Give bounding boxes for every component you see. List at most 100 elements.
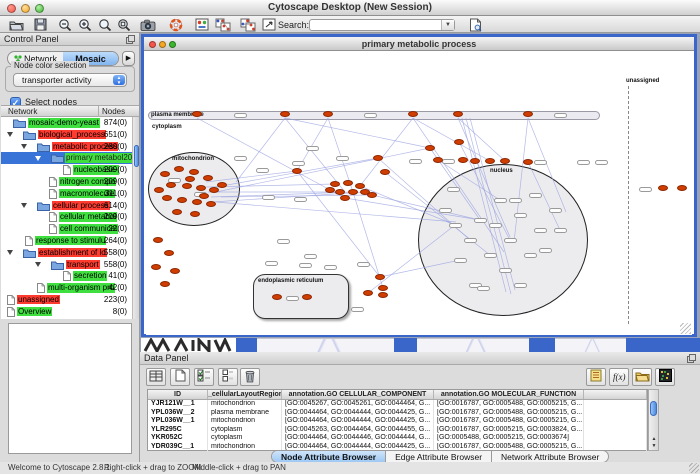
scroll-up-icon[interactable]: ▲ (650, 436, 658, 442)
network-overlay-a-button[interactable] (213, 17, 233, 32)
network-node[interactable] (206, 201, 216, 207)
tree-row-establishment-of-lo[interactable]: establishment of lo558(0) (1, 247, 132, 259)
tree-row-cell-communicat[interactable]: cell communicat22(0) (1, 223, 132, 235)
network-node[interactable] (192, 111, 202, 117)
network-node[interactable] (523, 111, 533, 117)
tree-row-secretion[interactable]: secretion41(0) (1, 270, 132, 282)
network-node[interactable] (375, 274, 385, 280)
network-node[interactable] (196, 185, 206, 191)
link-box-button[interactable] (259, 17, 279, 32)
zoom-in-button[interactable] (75, 17, 95, 32)
network-node[interactable] (425, 145, 435, 151)
network-node[interactable] (433, 157, 443, 163)
tab-edge-attribute-browser[interactable]: Edge Attribute Browser (386, 451, 492, 462)
network-node[interactable] (166, 182, 176, 188)
table-header-cell[interactable]: annotation.GO MOLECULAR_FUNCTION (434, 390, 584, 399)
network-node[interactable] (658, 185, 668, 191)
network-node[interactable] (280, 111, 290, 117)
birds-eye-view[interactable] (8, 323, 132, 454)
background-window-3[interactable] (417, 338, 529, 352)
network-node[interactable] (162, 195, 172, 201)
tree-scrollbar[interactable] (132, 117, 139, 319)
table-row[interactable]: YPL036W__2plasma membrane[GO:0044464, GO… (148, 409, 647, 418)
network-canvas[interactable]: plasma membrane cytoplasm mitochondrion … (146, 52, 692, 335)
background-window-4[interactable] (555, 338, 626, 352)
network-overlay-b-button[interactable] (238, 17, 258, 32)
network-node[interactable] (323, 111, 333, 117)
tree-row-unassigned[interactable]: unassigned223(0) (1, 294, 132, 306)
network-node[interactable] (151, 264, 161, 270)
open-folder-yellow-button[interactable] (632, 368, 652, 386)
tree-expand-icon[interactable] (7, 250, 13, 255)
float-panel-icon[interactable] (126, 35, 135, 46)
network-node[interactable] (292, 168, 302, 174)
tree-row-transport[interactable]: transport558(0) (1, 259, 132, 271)
app-resize-grip[interactable] (689, 463, 699, 473)
trash-button[interactable] (240, 368, 260, 386)
network-node[interactable] (380, 169, 390, 175)
tree-row-response-to-stimulu[interactable]: response to stimulu264(0) (1, 235, 132, 247)
annotation-palette-button[interactable] (192, 17, 212, 32)
network-node[interactable] (153, 237, 163, 243)
network-node[interactable] (192, 199, 202, 205)
tree-expand-icon[interactable] (35, 262, 41, 267)
scroll-down-icon[interactable]: ▼ (650, 443, 658, 449)
search-options-button[interactable] (465, 17, 485, 32)
select-attributes-button[interactable] (194, 368, 214, 386)
tree-expand-icon[interactable] (21, 203, 27, 208)
network-window-titlebar[interactable]: primary metabolic process (144, 37, 694, 51)
tree-row-overview[interactable]: Overview8(0) (1, 306, 132, 318)
background-window-2[interactable] (257, 338, 394, 352)
unselect-attributes-button[interactable] (218, 368, 238, 386)
network-node[interactable] (500, 158, 510, 164)
tree-row-biological-process[interactable]: biological_process651(0) (1, 129, 132, 141)
zoom-selected-button[interactable] (114, 17, 134, 32)
tree-expand-icon[interactable] (21, 144, 27, 149)
network-node[interactable] (453, 111, 463, 117)
table-scrollbar[interactable]: ▲ ▼ (648, 389, 659, 451)
network-view-window[interactable]: primary metabolic process plasma membran… (141, 34, 697, 337)
network-node[interactable] (343, 180, 353, 186)
table-header-cell[interactable]: _cellularLayoutRegion (208, 390, 282, 399)
window-resize-grip[interactable] (680, 323, 691, 334)
table-header-cell[interactable]: ID (148, 390, 208, 399)
table-scrollbar-thumb[interactable] (650, 401, 657, 416)
network-node[interactable] (348, 189, 358, 195)
network-node[interactable] (325, 187, 335, 193)
network-node[interactable] (174, 166, 184, 172)
tree-scrollbar-thumb[interactable] (134, 145, 140, 167)
network-node[interactable] (470, 158, 480, 164)
help-ring-button[interactable] (166, 17, 186, 32)
network-node[interactable] (160, 171, 170, 177)
network-node[interactable] (454, 139, 464, 145)
table-row[interactable]: YLR295Ccytoplasm[GO:0045263, GO:0044464,… (148, 426, 647, 435)
tree-row-metabolic-process[interactable]: metabolic process280(0) (1, 141, 132, 153)
tab-network-attribute-browser[interactable]: Network Attribute Browser (492, 451, 608, 462)
attribute-list-button[interactable] (586, 368, 606, 386)
zoom-fit-button[interactable] (95, 17, 115, 32)
table-header-cell[interactable]: annotation.GO CELLULAR_COMPONENT (282, 390, 434, 399)
network-node[interactable] (408, 111, 418, 117)
tree-row-primary-metabol[interactable]: primary metabol209(... (1, 152, 132, 164)
tree-row-cellular-process[interactable]: cellular process614(0) (1, 200, 132, 212)
network-node[interactable] (378, 292, 388, 298)
network-node[interactable] (363, 290, 373, 296)
network-node[interactable] (458, 157, 468, 163)
network-node[interactable] (485, 158, 495, 164)
network-node[interactable] (203, 175, 213, 181)
network-node[interactable] (677, 185, 687, 191)
float-panel-icon[interactable] (687, 354, 696, 365)
network-node[interactable] (185, 176, 195, 182)
zoom-out-button[interactable] (55, 17, 75, 32)
tab-node-attribute-browser[interactable]: Node Attribute Browser (272, 451, 386, 462)
network-node[interactable] (190, 211, 200, 217)
open-folder-button[interactable] (6, 17, 26, 32)
network-node[interactable] (330, 181, 340, 187)
network-node[interactable] (523, 159, 533, 165)
matrix-button[interactable] (655, 368, 675, 386)
tree-row-nucleobase-[interactable]: nucleobase-209(0) (1, 164, 132, 176)
table-header-cell[interactable] (584, 390, 647, 399)
network-node[interactable] (172, 209, 182, 215)
network-node[interactable] (378, 285, 388, 291)
network-node[interactable] (170, 268, 180, 274)
